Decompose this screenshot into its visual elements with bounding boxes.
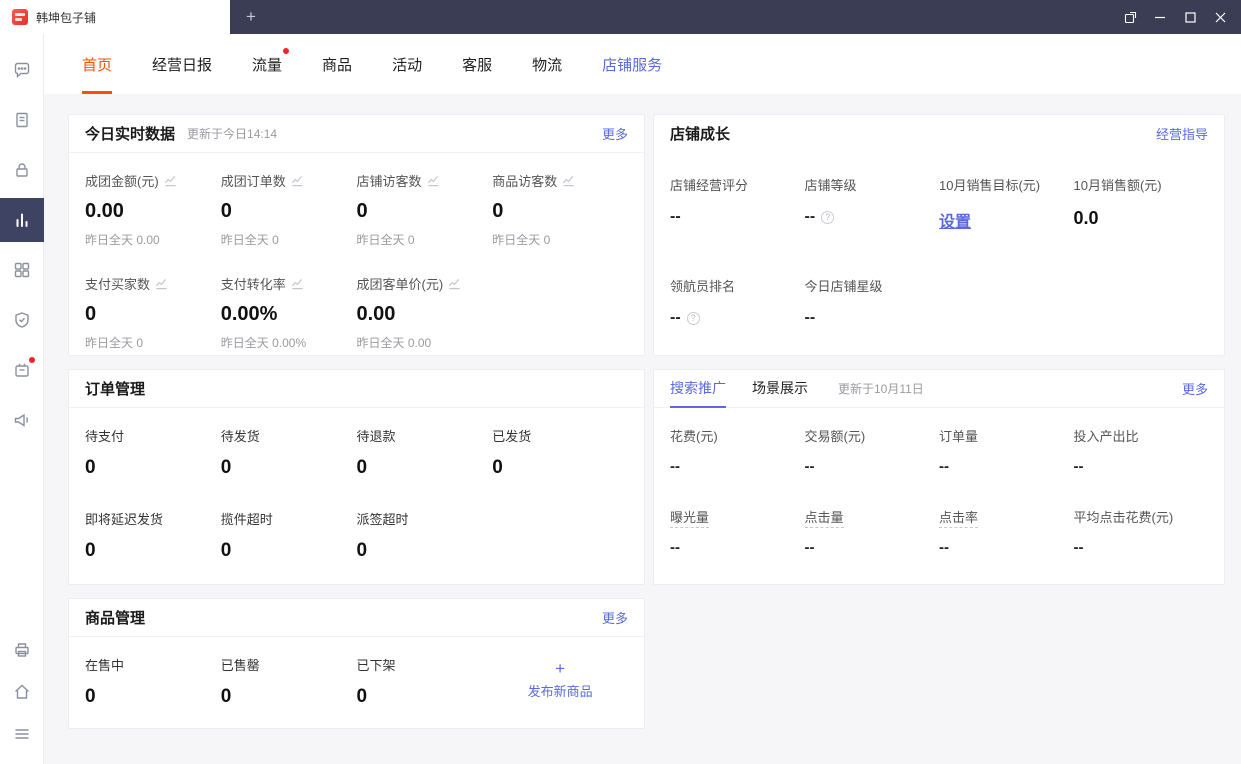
tab-scene-display[interactable]: 场景展示 bbox=[752, 370, 808, 408]
sidebar bbox=[0, 34, 44, 764]
app-logo-icon bbox=[12, 9, 28, 25]
store-growth-card: 店铺成长 经营指导 店铺经营评分 -- 店铺等级 --? 10月销售目标(元) … bbox=[653, 114, 1225, 356]
product-stat-sold-out[interactable]: 已售罄 0 bbox=[221, 655, 357, 708]
order-stat-pickup-timeout[interactable]: 揽件超时 0 bbox=[221, 509, 357, 562]
product-stat-removed[interactable]: 已下架 0 bbox=[357, 655, 493, 708]
content: 今日实时数据 更新于今日14:14 更多 成团金额(元) 0.00 昨日全天 0… bbox=[44, 94, 1241, 764]
products-card-title: 商品管理 bbox=[85, 610, 146, 627]
product-management-card: 商品管理 更多 在售中 0 已售罄 0 已下架 0 + 发布新商品 bbox=[68, 598, 645, 729]
traffic-badge-dot bbox=[283, 48, 290, 54]
growth-store-score: 店铺经营评分 -- bbox=[670, 178, 749, 225]
document-icon[interactable] bbox=[0, 98, 44, 142]
trend-icon[interactable] bbox=[427, 174, 440, 187]
tab-store-service[interactable]: 店铺服务 bbox=[602, 34, 662, 94]
metric-paying-buyers: 支付买家数 0 昨日全天 0 bbox=[85, 274, 221, 351]
tab-traffic[interactable]: 流量 bbox=[252, 34, 290, 94]
close-button[interactable] bbox=[1205, 0, 1235, 34]
order-management-card: 订单管理 待支付 0 待发货 0 待退款 0 已发货 0 即将延迟发货 0 揽件… bbox=[68, 369, 645, 585]
trend-icon[interactable] bbox=[291, 174, 304, 187]
app-tab[interactable]: 韩坤包子铺 bbox=[0, 0, 230, 34]
promotion-tabs: 搜索推广 场景展示 bbox=[670, 370, 808, 408]
tab-customer-service[interactable]: 客服 bbox=[462, 34, 492, 94]
notification-dot bbox=[28, 357, 35, 363]
dashboard-chart-icon[interactable] bbox=[0, 198, 44, 242]
realtime-card-title: 今日实时数据 bbox=[85, 126, 176, 143]
promo-stat-spend: 花费(元) -- bbox=[670, 429, 718, 475]
growth-sales-target: 10月销售目标(元) 设置 bbox=[939, 175, 1074, 232]
plugin-icon[interactable] bbox=[0, 348, 44, 392]
trend-icon[interactable] bbox=[155, 277, 168, 290]
promo-stat-transactions: 交易额(元) -- bbox=[804, 429, 866, 475]
maximize-button[interactable] bbox=[1175, 0, 1205, 34]
growth-navigator-rank: 领航员排名 --? bbox=[670, 279, 736, 326]
order-stat-pending-payment[interactable]: 待支付 0 bbox=[85, 426, 221, 479]
megaphone-icon[interactable] bbox=[0, 398, 44, 442]
realtime-updated-text: 更新于今日14:14 bbox=[187, 127, 278, 141]
order-stat-to-ship[interactable]: 待发货 0 bbox=[221, 426, 357, 479]
main-area: 首页 经营日报 流量 商品 活动 客服 物流 店铺服务 今日实时数据 更新于今日… bbox=[44, 34, 1241, 764]
promo-stat-clicks: 点击量 -- bbox=[804, 510, 844, 556]
promo-stat-roi: 投入产出比 -- bbox=[1073, 429, 1139, 475]
publish-new-product-button[interactable]: + 发布新商品 bbox=[492, 651, 628, 708]
printer-icon[interactable] bbox=[0, 630, 44, 670]
lock-icon[interactable] bbox=[0, 148, 44, 192]
tab-logistics[interactable]: 物流 bbox=[532, 34, 562, 94]
growth-store-level: 店铺等级 --? bbox=[804, 178, 857, 225]
home-icon[interactable] bbox=[0, 672, 44, 712]
promo-stat-avg-cpc: 平均点击花费(元) -- bbox=[1073, 510, 1174, 556]
app-window: 韩坤包子铺 + 首页 经营日报 流量 商品 活动 客服 物流 店铺服务 今日实时… bbox=[0, 0, 1241, 764]
growth-monthly-sales: 10月销售额(元) 0.0 bbox=[1073, 178, 1162, 228]
sidebar-bottom-group bbox=[0, 630, 44, 754]
trend-icon[interactable] bbox=[448, 277, 461, 290]
metric-conversion-rate: 支付转化率 0.00% 昨日全天 0.00% bbox=[220, 277, 307, 350]
trend-icon[interactable] bbox=[164, 174, 177, 187]
realtime-more-link[interactable]: 更多 bbox=[602, 124, 628, 143]
promotion-card: 搜索推广 场景展示 更新于10月11日 更多 花费(元) -- 交易额(元) -… bbox=[653, 369, 1225, 585]
new-tab-button[interactable]: + bbox=[230, 0, 272, 34]
help-icon[interactable]: ? bbox=[686, 311, 700, 325]
metric-group-orders: 成团订单数 0 昨日全天 0 bbox=[221, 171, 357, 248]
metric-store-visitors: 店铺访客数 0 昨日全天 0 bbox=[357, 171, 493, 248]
promotion-more-link[interactable]: 更多 bbox=[1182, 379, 1208, 398]
promo-stat-ctr: 点击率 -- bbox=[939, 510, 979, 556]
minimize-button[interactable] bbox=[1145, 0, 1175, 34]
orders-card-title: 订单管理 bbox=[85, 381, 146, 398]
tab-title: 韩坤包子铺 bbox=[36, 10, 97, 25]
promotion-updated-text: 更新于10月11日 bbox=[838, 382, 924, 396]
promo-stat-order-volume: 订单量 -- bbox=[939, 429, 979, 475]
order-stat-delivery-timeout[interactable]: 派签超时 0 bbox=[357, 509, 493, 562]
trend-icon[interactable] bbox=[562, 174, 575, 187]
apps-grid-icon[interactable] bbox=[0, 248, 44, 292]
realtime-data-card: 今日实时数据 更新于今日14:14 更多 成团金额(元) 0.00 昨日全天 0… bbox=[68, 114, 645, 356]
metric-group-amount: 成团金额(元) 0.00 昨日全天 0.00 bbox=[85, 171, 221, 248]
shield-icon[interactable] bbox=[0, 298, 44, 342]
titlebar: 韩坤包子铺 + bbox=[0, 0, 1241, 34]
plus-icon: + bbox=[555, 658, 566, 678]
tab-search-promotion[interactable]: 搜索推广 bbox=[670, 370, 726, 408]
top-nav: 首页 经营日报 流量 商品 活动 客服 物流 店铺服务 bbox=[44, 34, 1241, 94]
messages-icon[interactable] bbox=[0, 48, 44, 92]
tab-products[interactable]: 商品 bbox=[322, 34, 352, 94]
menu-icon[interactable] bbox=[0, 714, 44, 754]
tab-home[interactable]: 首页 bbox=[82, 34, 113, 94]
tab-daily-report[interactable]: 经营日报 bbox=[152, 34, 212, 94]
metric-avg-order-value: 成团客单价(元) 0.00 昨日全天 0.00 bbox=[357, 274, 493, 351]
order-stat-shipped[interactable]: 已发货 0 bbox=[492, 426, 628, 479]
metric-product-visitors: 商品访客数 0 昨日全天 0 bbox=[492, 171, 628, 248]
product-stat-on-sale[interactable]: 在售中 0 bbox=[85, 655, 221, 708]
tab-activities[interactable]: 活动 bbox=[392, 34, 422, 94]
growth-store-star: 今日店铺星级 -- bbox=[804, 279, 883, 326]
promo-stat-impressions: 曝光量 -- bbox=[670, 510, 710, 556]
order-stat-delay-risk[interactable]: 即将延迟发货 0 bbox=[85, 509, 221, 562]
set-sales-target-link[interactable]: 设置 bbox=[939, 208, 1074, 232]
pin-window-icon[interactable] bbox=[1115, 0, 1145, 34]
help-icon[interactable]: ? bbox=[821, 210, 835, 224]
products-more-link[interactable]: 更多 bbox=[602, 608, 628, 627]
trend-icon[interactable] bbox=[291, 277, 304, 290]
window-controls bbox=[1115, 0, 1241, 34]
order-stat-refund-pending[interactable]: 待退款 0 bbox=[357, 426, 493, 479]
growth-card-title: 店铺成长 bbox=[670, 126, 731, 143]
business-guidance-link[interactable]: 经营指导 bbox=[1156, 124, 1208, 143]
